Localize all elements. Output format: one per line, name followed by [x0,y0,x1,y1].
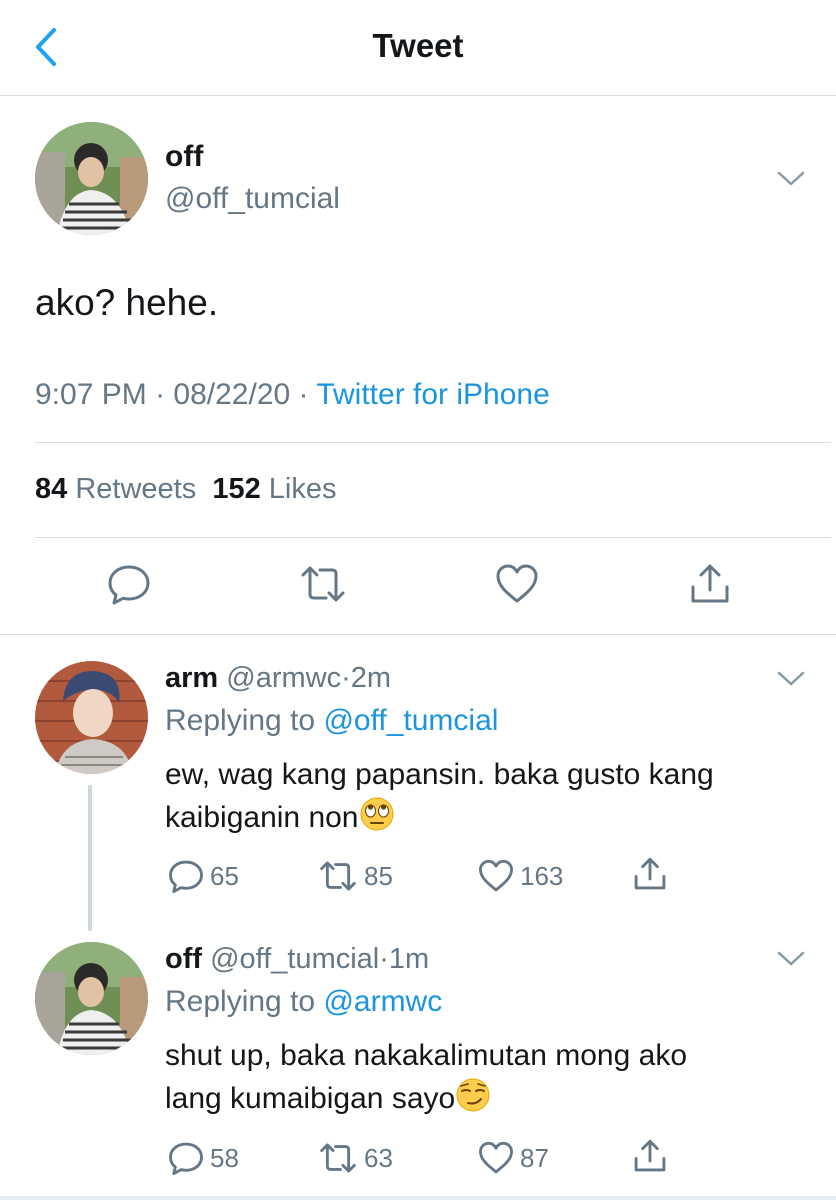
reply-share-button[interactable] [632,1138,668,1174]
likes-stat[interactable]: 152 Likes [212,473,336,505]
reply-options-button[interactable] [776,668,806,688]
retweet-count: 85 [364,860,393,891]
reply-icon [108,565,150,605]
reply-text-fragment: kaibiganin non [165,801,359,834]
reply-button[interactable] [105,560,153,608]
reply-retweet-button[interactable]: 63 [318,1140,393,1176]
tweet-time: 9:07 PM [35,378,147,411]
reply-time: 2m [350,662,392,694]
reply-text-line: shut up, baka nakakalimutan mong ako [165,1039,687,1072]
avatar-off[interactable] [35,942,148,1055]
meta-separator: · [298,378,309,411]
reply-reply-button[interactable]: 65 [168,858,239,894]
tweet-meta: 9:07 PM · 08/22/20 · Twitter for iPhone [35,378,550,412]
divider [35,537,831,538]
avatar-photo [35,942,148,1055]
top-nav-bar: Tweet [0,0,836,96]
likes-label: Likes [268,473,337,505]
avatar-photo [35,122,148,235]
like-count: 87 [520,1142,549,1173]
meta-separator: · [341,662,351,694]
meta-separator: · [379,943,389,975]
reply-header: arm @armwc·2m [165,662,391,695]
reply-header: off @off_tumcial·1m [165,943,429,976]
rolling-eyes-emoji [360,797,393,831]
reply-retweet-button[interactable]: 85 [318,858,393,894]
bottom-divider [0,1196,836,1200]
heart-icon [496,564,538,603]
share-icon [634,1139,666,1172]
author-name[interactable]: off [165,140,203,174]
share-icon [634,857,666,890]
reply-text-line: ew, wag kang papansin. baka gusto kang [165,758,714,791]
tweet-options-button[interactable] [776,168,806,188]
retweets-label: Retweets [75,473,197,505]
reply-text-line: kaibiganin non [165,796,805,839]
page-title: Tweet [372,27,464,64]
reply-icon [169,1142,203,1175]
reply-author-handle[interactable]: @off_tumcial [210,943,379,975]
replying-to-label: Replying to [165,985,316,1018]
reply-text: ew, wag kang papansin. baka gusto kang k… [165,754,805,839]
reply-text-fragment: lang kumaibigan sayo [165,1082,456,1115]
reply-text: shut up, baka nakakalimutan mong ako lan… [165,1035,805,1120]
section-divider [0,634,836,635]
reply-author-name[interactable]: off [165,943,202,975]
heart-icon [479,1141,513,1174]
avatar-off[interactable] [35,122,148,235]
chevron-down-icon [777,951,805,966]
tweet-stats: 84 Retweets 152 Likes [35,473,337,506]
retweets-count: 84 [35,473,68,505]
author-handle[interactable]: @off_tumcial [165,182,340,216]
reply-count: 58 [210,1142,239,1173]
like-button[interactable] [493,560,541,608]
reply-text-line: lang kumaibigan sayo [165,1077,805,1120]
avatar-arm[interactable] [35,661,148,774]
replying-to-label: Replying to [165,704,316,737]
tweet-text: ako? hehe. [35,282,219,323]
retweet-icon [320,1143,356,1173]
thread-connector [88,785,92,931]
like-count: 163 [520,860,564,891]
reply-options-button[interactable] [776,948,806,968]
retweet-count: 63 [364,1142,393,1173]
reply-share-button[interactable] [632,856,668,892]
replying-to: Replying to @off_tumcial [165,704,498,738]
reply-author-handle[interactable]: @armwc [226,662,341,694]
replying-to-handle[interactable]: @off_tumcial [323,704,498,737]
avatar-photo [35,661,148,774]
tweet-date: 08/22/20 [173,378,291,411]
chevron-down-icon [777,671,805,686]
divider [35,442,831,443]
reply-reply-button[interactable]: 58 [168,1140,239,1176]
share-button[interactable] [686,560,734,608]
replying-to: Replying to @armwc [165,985,442,1019]
tweet-source-link[interactable]: Twitter for iPhone [316,378,549,411]
meta-separator: · [155,378,166,411]
retweets-stat[interactable]: 84 Retweets [35,473,196,505]
reply-time: 1m [388,943,430,975]
share-icon [691,564,729,603]
likes-count: 152 [212,473,261,505]
replying-to-handle[interactable]: @armwc [323,985,442,1018]
reply-icon [169,860,203,893]
retweet-button[interactable] [299,560,347,608]
retweet-icon [320,861,356,891]
retweet-icon [301,566,345,602]
smirking-face-emoji [456,1078,490,1112]
chevron-down-icon [777,171,805,186]
reply-like-button[interactable]: 163 [478,858,563,894]
reply-author-name[interactable]: arm [165,662,218,694]
reply-like-button[interactable]: 87 [478,1140,549,1176]
heart-icon [479,859,513,892]
reply-count: 65 [210,860,239,891]
